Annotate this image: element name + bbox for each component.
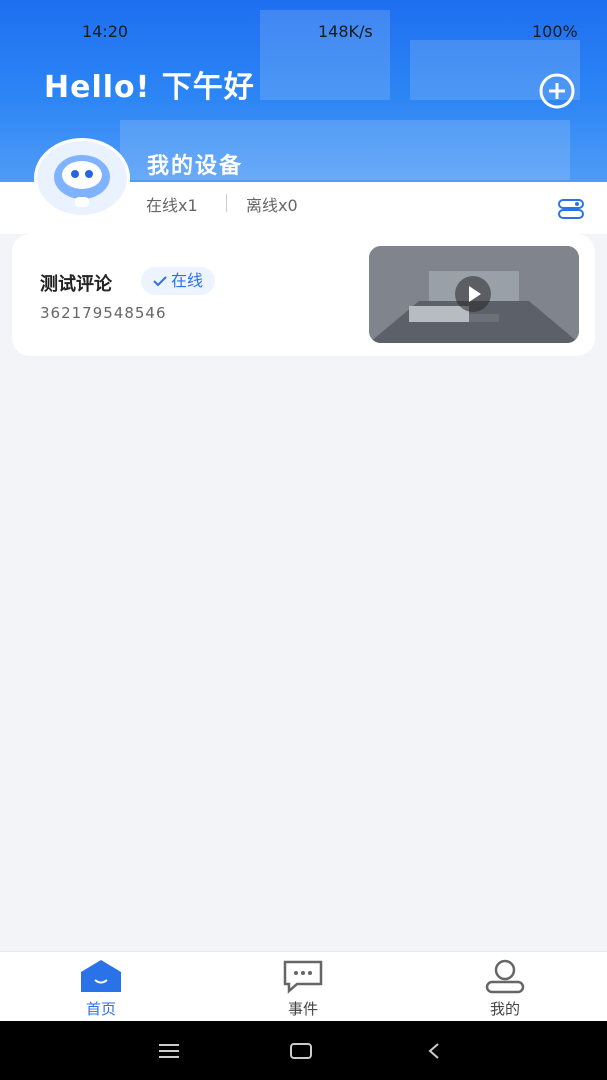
user-icon <box>485 959 525 994</box>
add-device-icon[interactable] <box>539 73 575 109</box>
system-nav-bar <box>0 1021 607 1080</box>
battery-level: 100% <box>532 22 578 41</box>
offline-count: 离线x0 <box>246 196 298 215</box>
divider <box>226 194 227 212</box>
online-count: 在线x1 <box>146 196 198 215</box>
status-bar: 14:20 148K/s 100% <box>0 0 607 62</box>
nav-home[interactable]: 首页 <box>41 952 161 1022</box>
greeting: Hello! 下午好 <box>44 70 255 105</box>
nav-profile-label: 我的 <box>489 1000 520 1018</box>
check-icon <box>153 276 167 287</box>
my-devices-title: 我的设备 <box>147 154 244 179</box>
device-id: 362179548546 <box>40 304 167 322</box>
network-speed: 148K/s <box>318 22 373 41</box>
status-text: 在线 <box>171 271 204 290</box>
bottom-nav: 首页 事件 我的 <box>0 951 607 1022</box>
home-nav-icon[interactable] <box>289 1042 313 1060</box>
nav-profile[interactable]: 我的 <box>445 952 565 1022</box>
device-name: 测试评论 <box>40 274 112 295</box>
avatar[interactable] <box>34 138 130 218</box>
play-icon <box>469 286 481 302</box>
nav-events[interactable]: 事件 <box>243 952 363 1022</box>
back-icon[interactable] <box>426 1042 442 1060</box>
nav-events-label: 事件 <box>287 1000 318 1018</box>
message-icon <box>283 960 323 994</box>
robot-avatar-icon <box>54 155 110 207</box>
menu-icon[interactable] <box>157 1042 181 1060</box>
device-manage-icon[interactable] <box>557 197 585 221</box>
status-time: 14:20 <box>82 22 129 41</box>
play-button[interactable] <box>455 276 491 312</box>
video-thumbnail[interactable] <box>369 246 579 343</box>
home-icon <box>81 960 121 992</box>
status-badge: 在线 <box>141 267 216 295</box>
nav-home-label: 首页 <box>85 1000 116 1018</box>
